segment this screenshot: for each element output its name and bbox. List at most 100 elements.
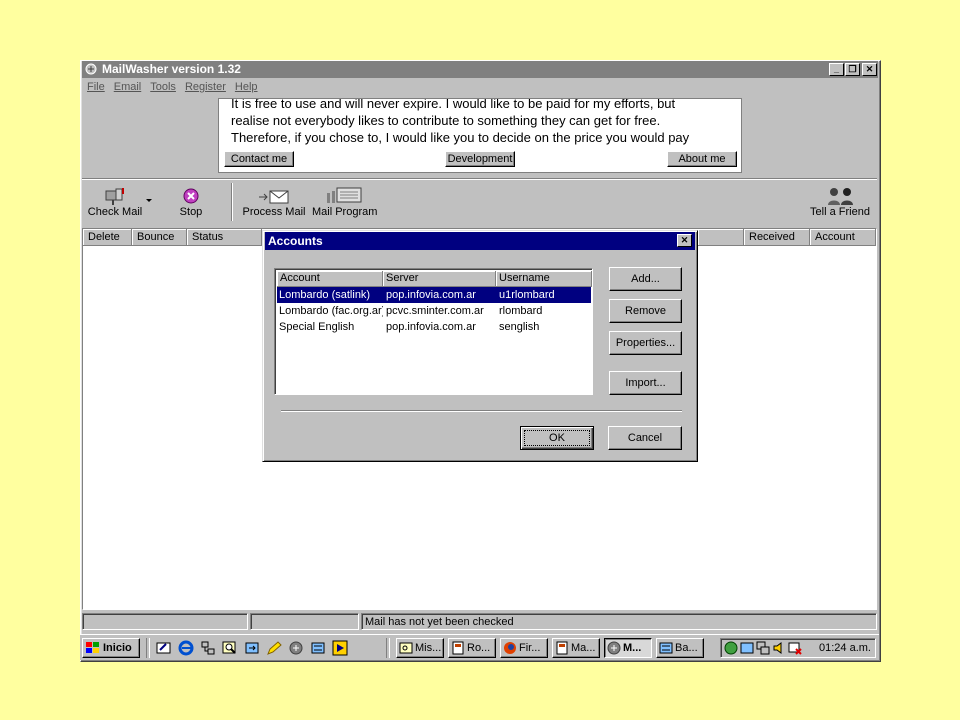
task-button-1[interactable]: Mis... (396, 638, 444, 658)
menu-tools[interactable]: Tools (150, 81, 176, 93)
internet-explorer-icon[interactable] (178, 640, 194, 656)
search-icon[interactable] (222, 640, 238, 656)
import-accounts-button[interactable]: Import... (609, 371, 682, 395)
clock[interactable]: 01:24 a.m. (819, 642, 871, 654)
stop-icon (176, 185, 206, 205)
tray-alert-icon[interactable] (788, 641, 802, 655)
account-username: rlombard (499, 305, 543, 317)
refresh-icon[interactable] (244, 640, 260, 656)
tray-globe-icon[interactable] (724, 641, 738, 655)
tray-update-icon[interactable] (740, 641, 754, 655)
windows-logo-icon (86, 642, 99, 653)
task-label: Ma... (571, 642, 596, 654)
stop-button[interactable]: Stop (176, 185, 206, 218)
mailwasher-tray-icon[interactable] (288, 640, 304, 656)
process-mail-button[interactable]: Process Mail (242, 185, 306, 218)
people-icon (808, 185, 872, 205)
task-button-6[interactable]: Ba... (656, 638, 704, 658)
mailwasher-icon (607, 641, 621, 655)
window-titlebar[interactable]: MailWasher version 1.32 _ ❐ ✕ (82, 61, 878, 78)
system-tray: 01:24 a.m. (720, 638, 876, 658)
column-status[interactable]: Status (187, 229, 262, 246)
column-spacer (698, 229, 744, 246)
task-label: Ba... (675, 642, 698, 654)
menu-file[interactable]: File (87, 81, 105, 93)
account-name: Lombardo (fac.org.ar) (279, 305, 383, 317)
account-server: pcvc.sminter.com.ar (386, 305, 484, 317)
list-header-account[interactable]: Account (277, 271, 383, 287)
transfer-icon[interactable] (310, 640, 326, 656)
status-message: Mail has not yet been checked (365, 616, 514, 628)
close-button[interactable]: ✕ (862, 63, 877, 76)
dialog-titlebar[interactable]: Accounts ✕ (265, 232, 695, 250)
contact-me-button[interactable]: Contact me (224, 151, 294, 167)
explorer-icon (399, 642, 413, 654)
toolbar-separator (231, 183, 233, 221)
task-label: Fir... (519, 642, 541, 654)
account-name: Lombardo (satlink) (279, 289, 371, 301)
task-label: Ro... (467, 642, 491, 654)
mailbox-icon (86, 185, 144, 205)
banner-line-2: realise not everybody likes to contribut… (231, 113, 661, 128)
donation-banner: It is free to use and will never expire.… (218, 98, 742, 173)
ok-button[interactable]: OK (520, 426, 594, 450)
show-desktop-icon[interactable] (156, 640, 172, 656)
check-mail-dropdown-icon[interactable] (146, 199, 152, 202)
account-username: senglish (499, 321, 540, 333)
transfer-icon (659, 642, 673, 654)
dialog-title: Accounts (268, 234, 323, 248)
cancel-button[interactable]: Cancel (608, 426, 682, 450)
list-header-server[interactable]: Server (383, 271, 496, 287)
taskbar-grip (146, 638, 150, 658)
account-name: Special English (279, 321, 355, 333)
tray-volume-icon[interactable] (772, 641, 786, 655)
task-button-mailwasher[interactable]: M... (604, 638, 652, 658)
remove-account-button[interactable]: Remove (609, 299, 682, 323)
account-row-2[interactable]: Lombardo (fac.org.ar) pcvc.sminter.com.a… (277, 303, 591, 319)
window-title: MailWasher version 1.32 (102, 62, 241, 76)
menu-email[interactable]: Email (114, 81, 142, 93)
column-received[interactable]: Received (744, 229, 810, 246)
status-panel-2 (250, 613, 359, 630)
account-server: pop.infovia.com.ar (386, 289, 476, 301)
task-label: Mis... (415, 642, 442, 654)
pencil-icon[interactable] (266, 640, 282, 656)
restore-button[interactable]: ❐ (845, 63, 860, 76)
add-account-button[interactable]: Add... (609, 267, 682, 291)
menu-help[interactable]: Help (235, 81, 258, 93)
status-panel-1 (82, 613, 248, 630)
menu-register[interactable]: Register (185, 81, 226, 93)
task-button-3[interactable]: Fir... (500, 638, 548, 658)
media-player-icon[interactable] (332, 640, 348, 656)
menu-bar: File Email Tools Register Help (87, 81, 267, 93)
task-button-2[interactable]: Ro... (448, 638, 496, 658)
development-button[interactable]: Development (445, 151, 515, 167)
account-row-1[interactable]: Lombardo (satlink) pop.infovia.com.ar u1… (277, 287, 591, 303)
process-mail-label: Process Mail (242, 206, 306, 218)
dialog-divider (281, 410, 682, 412)
mail-program-icon (312, 185, 376, 205)
dialog-close-button[interactable]: ✕ (677, 234, 692, 247)
column-delete[interactable]: Delete (83, 229, 132, 246)
task-button-4[interactable]: Ma... (552, 638, 600, 658)
about-me-button[interactable]: About me (667, 151, 737, 167)
mail-program-button[interactable]: Mail Program (312, 185, 378, 218)
tell-a-friend-label: Tell a Friend (810, 206, 870, 218)
tell-a-friend-button[interactable]: Tell a Friend (808, 185, 872, 218)
check-mail-label: Check Mail (87, 206, 143, 218)
account-properties-button[interactable]: Properties... (609, 331, 682, 355)
start-button[interactable]: Inicio (82, 638, 140, 658)
mail-program-label: Mail Program (312, 206, 378, 218)
taskbar: Inicio Mis... Ro... Fir... Ma... M... Ba… (80, 634, 879, 660)
check-mail-button[interactable]: Check Mail (86, 185, 144, 218)
tray-network-icon[interactable] (756, 641, 770, 655)
start-label: Inicio (103, 642, 132, 654)
minimize-button[interactable]: _ (829, 63, 844, 76)
column-bounce[interactable]: Bounce (132, 229, 187, 246)
stop-label: Stop (179, 206, 203, 218)
accounts-list[interactable]: Account Server Username Lombardo (satlin… (274, 268, 593, 395)
column-account[interactable]: Account (810, 229, 876, 246)
network-icon[interactable] (200, 640, 216, 656)
account-row-3[interactable]: Special English pop.infovia.com.ar sengl… (277, 319, 591, 335)
list-header-username[interactable]: Username (496, 271, 592, 287)
